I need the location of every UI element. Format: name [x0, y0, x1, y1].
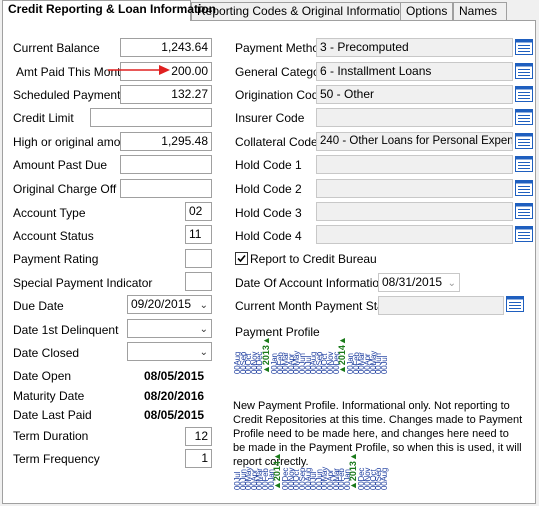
- chevron-down-icon[interactable]: ⌄: [448, 275, 456, 292]
- general-category-field[interactable]: 6 - Installment Loans: [316, 62, 513, 81]
- date-closed-label: Date Closed: [13, 346, 80, 360]
- chevron-down-icon[interactable]: ⌄: [200, 297, 208, 314]
- payment-method-field[interactable]: 3 - Precomputed: [316, 38, 513, 57]
- report-to-bureau-label: Report to Credit Bureau: [250, 252, 377, 266]
- date-1st-delinquent-label: Date 1st Delinquent: [13, 323, 119, 337]
- account-status-field[interactable]: 11: [185, 225, 212, 244]
- collateral-code-field[interactable]: 240 - Other Loans for Personal Expenditu…: [316, 132, 513, 151]
- amount-past-due-label: Amount Past Due: [13, 158, 108, 172]
- hold-code-1-label: Hold Code 1: [235, 158, 302, 172]
- date-of-account-info-label: Date Of Account Information: [235, 276, 386, 290]
- original-charge-off-label: Original Charge Off: [13, 182, 117, 196]
- list-picker-icon[interactable]: [506, 296, 526, 313]
- date-of-account-info-picker[interactable]: 08/31/2015 ⌄: [378, 273, 460, 292]
- hold-code-2-field[interactable]: [316, 179, 513, 198]
- date-1st-delinquent-picker[interactable]: ⌄: [127, 319, 212, 338]
- list-picker-icon[interactable]: [515, 226, 535, 243]
- report-to-bureau-checkbox[interactable]: [235, 252, 248, 265]
- date-open-value: 08/05/2015: [144, 369, 205, 383]
- profile-month: 00Jul: [379, 355, 389, 374]
- term-frequency-field[interactable]: 1: [185, 449, 212, 468]
- date-last-paid-label: Date Last Paid: [13, 408, 92, 422]
- list-picker-icon[interactable]: [515, 39, 535, 56]
- list-picker-icon[interactable]: [515, 203, 535, 220]
- high-amount-field[interactable]: 1,295.48: [120, 132, 212, 151]
- hold-code-3-label: Hold Code 3: [235, 206, 302, 220]
- scheduled-payment-label: Scheduled Payment: [13, 88, 121, 102]
- tab-names[interactable]: Names: [453, 2, 507, 20]
- list-picker-icon[interactable]: [515, 156, 535, 173]
- tab-options[interactable]: Options: [400, 2, 453, 20]
- list-picker-icon[interactable]: [515, 180, 535, 197]
- account-status-label: Account Status: [13, 229, 94, 243]
- special-payment-label: Special Payment Indicator: [13, 276, 153, 290]
- due-date-label: Due Date: [13, 299, 64, 313]
- credit-limit-field[interactable]: [90, 108, 212, 127]
- profile-month: 00Aug: [379, 467, 389, 490]
- due-date-value: 09/20/2015: [131, 297, 192, 311]
- hold-code-3-field[interactable]: [316, 202, 513, 221]
- collateral-code-label: Collateral Code: [235, 135, 318, 149]
- hold-code-4-field[interactable]: [316, 225, 513, 244]
- current-month-status-field[interactable]: [378, 296, 504, 315]
- amount-past-due-field[interactable]: [120, 155, 212, 174]
- tab-reporting-codes[interactable]: Reporting Codes & Original Information: [191, 2, 406, 20]
- payment-rating-field[interactable]: [185, 249, 212, 268]
- maturity-date-value: 08/20/2016: [144, 389, 205, 403]
- hold-code-1-field[interactable]: [316, 155, 513, 174]
- current-balance-label: Current Balance: [13, 41, 100, 55]
- current-balance-field[interactable]: 1,243.64: [120, 38, 212, 57]
- red-arrow-icon: [108, 65, 170, 75]
- date-of-account-info-value: 08/31/2015: [382, 275, 443, 289]
- date-last-paid-value: 08/05/2015: [144, 408, 205, 422]
- maturity-date-label: Maturity Date: [13, 389, 85, 403]
- list-picker-icon[interactable]: [515, 133, 535, 150]
- origination-code-label: Origination Code: [235, 88, 326, 102]
- account-type-label: Account Type: [13, 206, 86, 220]
- scheduled-payment-field[interactable]: 132.27: [120, 85, 212, 104]
- payment-profile-grid-2: 00Jul 00Jun 00May 00Apr 00Mar 00Feb 00Jan ▲2014…: [233, 452, 439, 492]
- origination-code-field[interactable]: 50 - Other: [316, 85, 513, 104]
- hold-code-4-label: Hold Code 4: [235, 229, 302, 243]
- chevron-down-icon[interactable]: ⌄: [200, 321, 208, 338]
- checkmark-icon: [237, 254, 246, 263]
- list-picker-icon[interactable]: [515, 86, 535, 103]
- payment-method-label: Payment Method: [235, 41, 326, 55]
- list-picker-icon[interactable]: [515, 109, 535, 126]
- account-type-field[interactable]: 02: [185, 202, 212, 221]
- payment-rating-label: Payment Rating: [13, 252, 99, 266]
- original-charge-off-field[interactable]: [120, 179, 212, 198]
- current-month-status-label: Current Month Payment Status: [235, 299, 400, 313]
- high-amount-label: High or original amount: [13, 135, 138, 149]
- date-open-label: Date Open: [13, 369, 72, 383]
- tab-credit-reporting[interactable]: Credit Reporting & Loan Information: [2, 0, 216, 21]
- due-date-picker[interactable]: 09/20/2015 ⌄: [127, 295, 212, 314]
- chevron-down-icon[interactable]: ⌄: [200, 344, 208, 361]
- special-payment-field[interactable]: [185, 272, 212, 291]
- payment-profile-label: Payment Profile: [235, 325, 320, 339]
- list-picker-icon[interactable]: [515, 63, 535, 80]
- credit-limit-label: Credit Limit: [13, 111, 74, 125]
- hold-code-2-label: Hold Code 2: [235, 182, 302, 196]
- term-duration-field[interactable]: 12: [185, 427, 212, 446]
- term-frequency-label: Term Frequency: [13, 452, 100, 466]
- insurer-code-label: Insurer Code: [235, 111, 305, 125]
- term-duration-label: Term Duration: [13, 429, 89, 443]
- insurer-code-field[interactable]: [316, 108, 513, 127]
- payment-profile-grid-1: 00Aug 00Sep 00Oct 00Nov 00Dec ▲2013▲ 00Jan 00Fe…: [233, 336, 439, 376]
- date-closed-picker[interactable]: ⌄: [127, 342, 212, 361]
